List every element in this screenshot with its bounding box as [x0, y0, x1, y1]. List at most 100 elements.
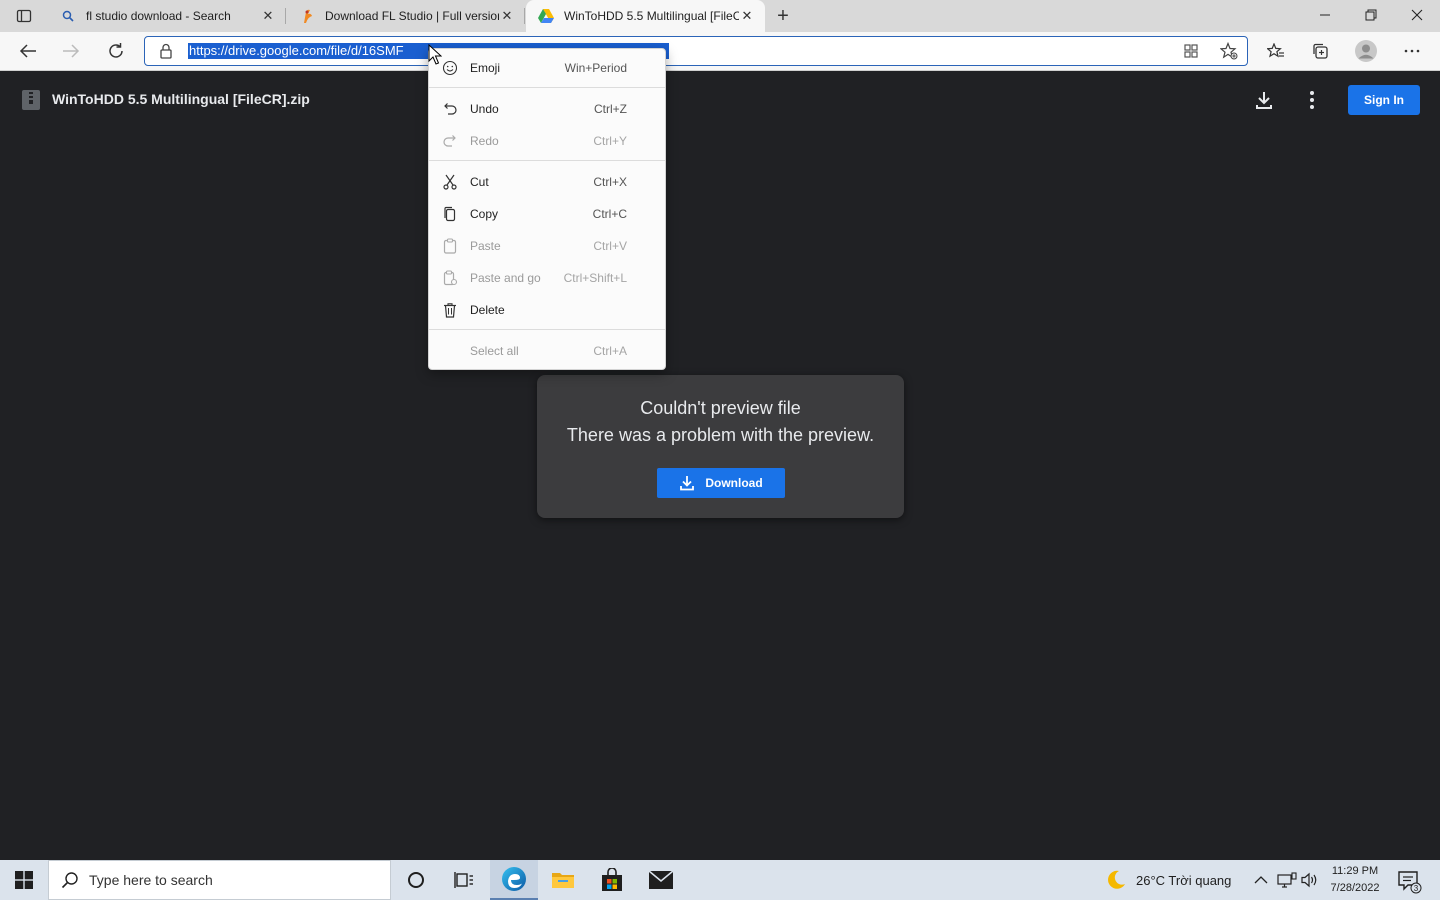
moon-icon: [1108, 870, 1125, 889]
mail-icon: [648, 870, 674, 889]
taskbar-search-box[interactable]: Type here to search: [48, 860, 391, 900]
menu-item-emoji[interactable]: Emoji Win+Period: [429, 53, 665, 83]
minimize-button[interactable]: [1302, 0, 1348, 30]
error-title: Couldn't preview file: [640, 398, 801, 418]
file-title: WinToHDD 5.5 Multilingual [FileCR].zip: [52, 91, 310, 107]
context-menu: Emoji Win+Period Undo Ctrl+Z Redo Ctrl+Y…: [428, 48, 666, 370]
tab-fl-studio[interactable]: Download FL Studio | Full version ✕: [287, 0, 525, 32]
cortana-icon: [408, 872, 424, 888]
cut-icon: [442, 174, 458, 190]
menu-item-cut[interactable]: Cut Ctrl+X: [429, 167, 665, 197]
close-window-button[interactable]: [1394, 0, 1440, 30]
emoji-icon: [442, 60, 458, 76]
restore-icon: [1365, 9, 1377, 21]
taskbar-edge-button[interactable]: [490, 860, 538, 900]
lock-icon[interactable]: [159, 43, 173, 64]
taskbar-clock[interactable]: 11:29 PM 7/28/2022: [1324, 863, 1386, 897]
download-button[interactable]: Download: [657, 468, 785, 498]
tab-search[interactable]: fl studio download - Search ✕: [48, 0, 286, 32]
windows-taskbar: Type here to search 26°C Trời quang 11:2…: [0, 860, 1440, 900]
menu-item-paste-and-go[interactable]: Paste and go Ctrl+Shift+L: [429, 263, 665, 293]
menu-item-copy[interactable]: Copy Ctrl+C: [429, 199, 665, 229]
tab-title: WinToHDD 5.5 Multilingual [FileC: [564, 9, 739, 23]
tab-actions-icon: [16, 9, 32, 23]
weather-text: 26°C Trời quang: [1136, 872, 1232, 888]
tab-strip: fl studio download - Search ✕ Download F…: [0, 0, 1440, 32]
search-icon: [60, 8, 76, 24]
tab-close-button[interactable]: ✕: [739, 8, 755, 24]
menu-item-redo[interactable]: Redo Ctrl+Y: [429, 126, 665, 156]
folder-icon: [552, 873, 574, 888]
download-label: Download: [705, 476, 763, 490]
notification-icon: 3: [1398, 871, 1422, 894]
menu-item-paste[interactable]: Paste Ctrl+V: [429, 231, 665, 261]
drive-viewer-header: WinToHDD 5.5 Multilingual [FileCR].zip S…: [0, 72, 1440, 128]
fl-studio-icon: [299, 8, 315, 24]
task-view-button[interactable]: [440, 860, 488, 900]
weather-widget[interactable]: 26°C Trời quang: [1105, 860, 1231, 900]
restore-button[interactable]: [1348, 0, 1394, 30]
tab-title: Download FL Studio | Full version: [325, 9, 499, 23]
windows-logo-icon: [15, 871, 33, 889]
start-button[interactable]: [0, 860, 48, 900]
tab-close-button[interactable]: ✕: [499, 8, 515, 24]
profile-button[interactable]: [1351, 37, 1381, 65]
task-view-icon: [454, 872, 473, 888]
menu-item-undo[interactable]: Undo Ctrl+Z: [429, 94, 665, 124]
refresh-icon: [109, 43, 123, 58]
speaker-icon: [1301, 872, 1317, 888]
edge-icon: [502, 867, 526, 891]
tab-close-button[interactable]: ✕: [260, 8, 276, 24]
app-available-icon[interactable]: [1181, 42, 1201, 60]
mouse-cursor-icon: [428, 44, 442, 65]
add-favorite-icon[interactable]: [1219, 42, 1239, 60]
zip-file-icon: [22, 90, 40, 110]
menu-item-select-all[interactable]: Select all Ctrl+A: [429, 336, 665, 366]
network-button[interactable]: [1277, 860, 1297, 900]
back-arrow-icon: [19, 44, 36, 58]
tab-title: fl studio download - Search: [86, 9, 231, 23]
tab-actions-button[interactable]: [8, 4, 40, 28]
taskbar-store-button[interactable]: [588, 860, 636, 900]
download-icon[interactable]: [1252, 88, 1276, 112]
menu-divider: [429, 329, 665, 330]
volume-button[interactable]: [1301, 860, 1319, 900]
store-bag-icon: [602, 868, 622, 891]
copy-icon: [442, 206, 458, 222]
minimize-icon: [1320, 14, 1330, 16]
notification-center-button[interactable]: 3: [1396, 868, 1422, 894]
preview-error-card: Couldn't preview file There was a proble…: [537, 375, 904, 518]
search-placeholder: Type here to search: [89, 872, 213, 888]
more-horizontal-icon: [1404, 49, 1420, 53]
download-icon: [680, 476, 695, 491]
undo-icon: [442, 101, 458, 117]
paste-icon: [442, 238, 458, 254]
chevron-up-icon: [1254, 876, 1268, 884]
clock-time: 11:29 PM: [1331, 865, 1379, 877]
collections-button[interactable]: [1305, 37, 1335, 65]
collections-icon: [1313, 43, 1328, 59]
menu-item-delete[interactable]: Delete: [429, 295, 665, 325]
refresh-button[interactable]: [101, 37, 131, 65]
tab-wintohdd[interactable]: WinToHDD 5.5 Multilingual [FileC ✕: [526, 0, 765, 32]
sign-in-button[interactable]: Sign In: [1348, 85, 1420, 115]
cortana-button[interactable]: [392, 860, 440, 900]
back-button[interactable]: [13, 37, 43, 65]
more-vertical-icon[interactable]: [1302, 88, 1322, 112]
forward-button[interactable]: [56, 37, 86, 65]
forward-arrow-icon: [63, 44, 80, 58]
show-hidden-icons-button[interactable]: [1254, 860, 1268, 900]
browser-toolbar: https://drive.google.com/file/d/16SMF: [0, 32, 1440, 71]
new-tab-button[interactable]: +: [771, 4, 795, 28]
avatar-icon: [1355, 40, 1377, 62]
taskbar-file-explorer-button[interactable]: [539, 860, 587, 900]
settings-more-button[interactable]: [1397, 37, 1427, 65]
address-bar[interactable]: https://drive.google.com/file/d/16SMF: [144, 36, 1248, 66]
clock-date: 7/28/2022: [1330, 882, 1380, 894]
taskbar-mail-button[interactable]: [637, 860, 685, 900]
google-drive-icon: [538, 8, 554, 24]
close-icon: [1411, 9, 1423, 21]
redo-icon: [442, 133, 458, 149]
favorites-button[interactable]: [1261, 37, 1291, 65]
search-icon: [61, 872, 78, 889]
